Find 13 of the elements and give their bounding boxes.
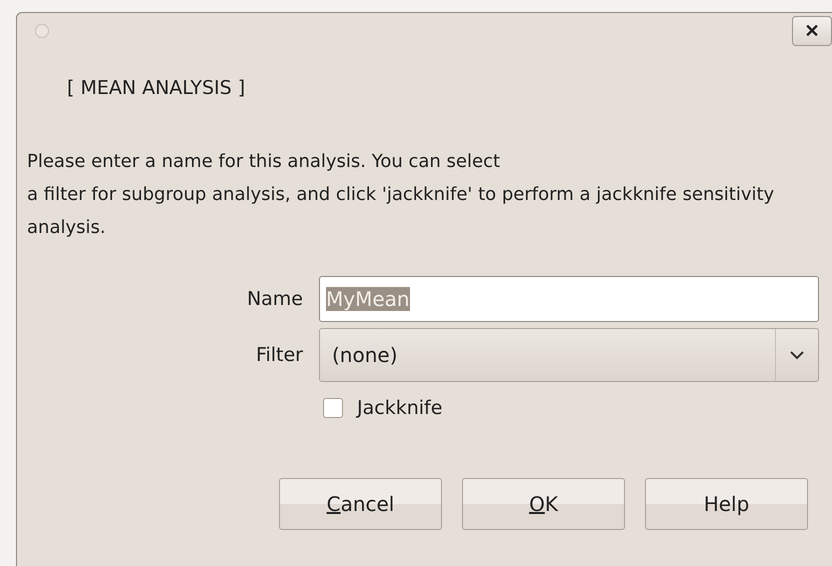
window-menu-icon[interactable]: [35, 24, 49, 38]
checkbox-label: Jackknife: [357, 397, 442, 419]
jackknife-checkbox[interactable]: [323, 398, 343, 418]
description-text: Please enter a name for this analysis. You can select a filter for subgroup analysis, and click 'jackknife' to perform a jackknife sensitivity analysis.: [27, 150, 776, 240]
dialog-button[interactable]: Help: [645, 478, 808, 530]
dialog-button[interactable]: Cancel: [279, 478, 442, 530]
field-label: Filter: [254, 344, 303, 366]
field-label: Name: [246, 288, 303, 310]
dialog-heading: [ MEAN ANALYSIS ]: [67, 77, 246, 99]
filter-dropdown[interactable]: (none): [319, 328, 819, 382]
chevron-down-icon: [790, 350, 804, 360]
dialog-button[interactable]: OK: [462, 478, 625, 530]
close-button[interactable]: ✕: [792, 16, 832, 46]
